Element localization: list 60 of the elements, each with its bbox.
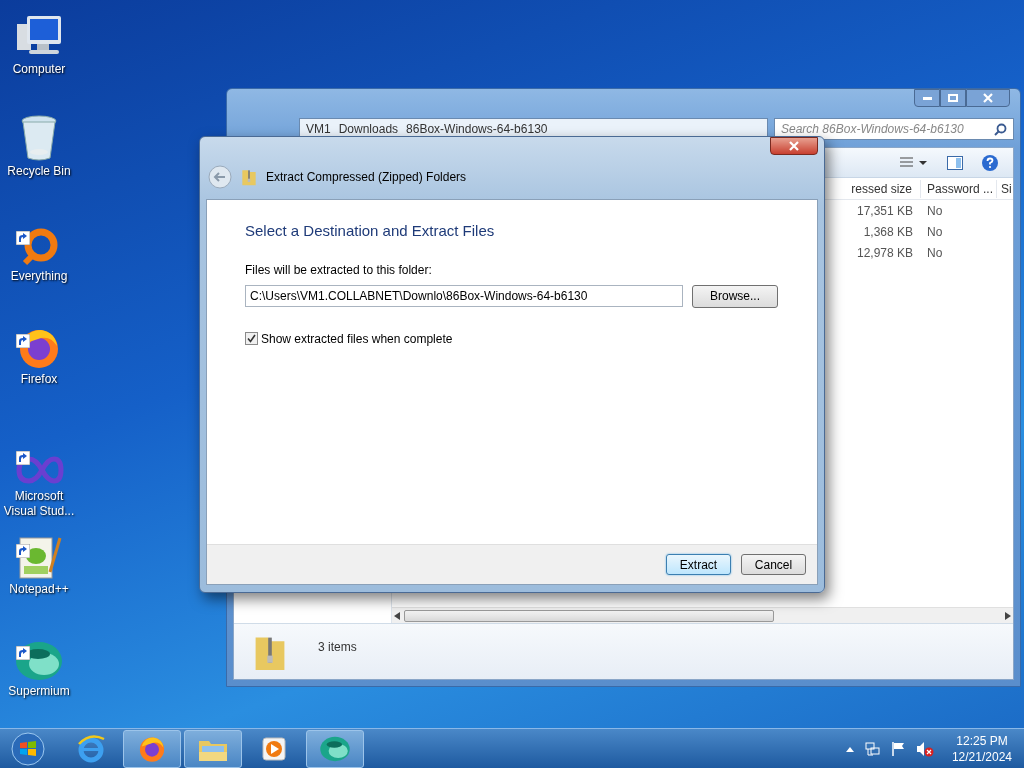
close-icon [789,141,799,151]
scrollbar-thumb[interactable] [404,609,774,622]
scroll-right-icon[interactable] [1005,611,1011,620]
maximize-button[interactable] [940,89,966,107]
password-cell-text: No [926,202,944,220]
desktop-icon-label[interactable]: Computer [1,62,77,77]
play-icon [261,735,287,762]
search-placeholder: Search 86Box-Windows-64-b6130 [781,121,965,138]
item-count: 3 items [318,639,357,656]
breadcrumb-item[interactable]: VM1 [306,120,331,138]
clock-date[interactable]: 12/21/2024 [951,748,1012,765]
size-cell-text: 12,978 KB [855,244,914,262]
flag-icon[interactable] [889,740,906,757]
column-header[interactable]: Password ... [921,179,997,198]
checkbox-label: Show extracted files when complete [261,330,453,348]
column-header[interactable]: Si [997,179,1013,198]
close-button[interactable] [966,89,1010,107]
taskbar-button[interactable] [306,729,364,768]
breadcrumb-item[interactable]: 86Box-Windows-64-b6130 [406,120,548,138]
windows-logo-icon [11,731,45,766]
recycle-bin-icon [19,114,59,162]
show-hidden-icons-icon[interactable] [845,745,854,752]
desktop-icon-label[interactable]: Supermium [1,684,77,699]
view-options-icon[interactable] [899,155,929,170]
minimize-button[interactable] [914,89,940,107]
breadcrumb-item[interactable]: Downloads [338,120,399,138]
preview-pane-icon[interactable] [947,155,963,170]
search-field[interactable]: Search 86Box-Windows-64-b6130 [774,118,1014,140]
desktop-icon-label[interactable]: Everything [1,269,77,284]
dialog-button[interactable]: Cancel [741,554,806,575]
desktop-icon-label[interactable]: Recycle Bin [1,164,77,179]
scroll-left-icon[interactable] [394,611,400,620]
size-cell-text: 17,351 KB [855,202,914,220]
taskbar-button[interactable] [123,729,181,768]
supermium-icon [319,734,351,763]
help-icon[interactable] [981,153,999,172]
clock-time[interactable]: 12:25 PM [956,732,1008,749]
close-button[interactable] [770,137,818,155]
dialog-title: Extract Compressed (Zipped) Folders [266,169,467,186]
size-cell-text: 1,368 KB [862,223,914,241]
path-field[interactable]: C:\Users\VM1.COLLABNET\Downlo\86Box-Windows-64-b6130 [245,285,683,307]
password-cell-text: No [926,244,944,262]
speaker-muted-icon[interactable] [915,740,934,757]
horizontal-scrollbar[interactable] [392,607,1013,623]
network-icon[interactable] [863,741,880,756]
field-label: Files will be extracted to this folder: [245,261,433,279]
zip-folder-icon [240,167,258,187]
desktop-icon-label[interactable]: Notepad++ [1,582,77,597]
browse-button[interactable]: Browse... [692,284,778,308]
check-icon [247,334,256,343]
desktop-icon-label[interactable]: Firefox [1,372,77,387]
browser-e-icon [76,733,106,764]
desktop-icon-label[interactable]: Microsoft Visual Stud... [1,489,77,519]
password-cell-text: No [926,223,944,241]
search-icon [994,122,1007,136]
taskbar-button[interactable] [184,729,242,768]
dialog-heading: Select a Destination and Extract Files [245,221,496,241]
close-icon [983,93,993,103]
dialog-button[interactable]: Extract [666,554,731,575]
checkbox[interactable] [245,332,258,345]
